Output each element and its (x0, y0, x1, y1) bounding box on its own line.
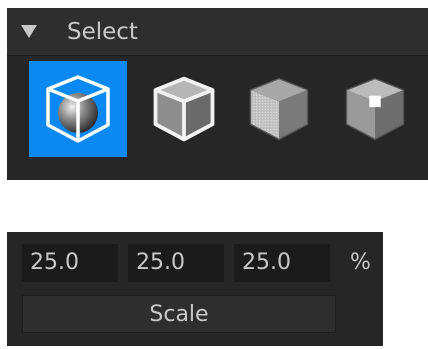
scale-button[interactable]: Scale (22, 295, 336, 333)
select-panel-title: Select (67, 19, 138, 45)
edge-select-button[interactable] (135, 61, 233, 157)
edge-select-icon (153, 76, 215, 142)
object-select-icon (46, 75, 110, 143)
select-panel: Select (7, 8, 428, 180)
object-select-button[interactable] (29, 61, 127, 157)
scale-x-field[interactable]: 25.0 (22, 244, 118, 282)
scale-y-field[interactable]: 25.0 (128, 244, 224, 282)
collapse-triangle-icon[interactable] (20, 22, 38, 40)
scale-z-field[interactable]: 25.0 (234, 244, 330, 282)
select-panel-header[interactable]: Select (7, 8, 428, 56)
face-select-button[interactable] (230, 61, 328, 157)
scale-panel: 25.0 25.0 25.0 % Scale (7, 232, 383, 346)
face-select-icon (249, 77, 309, 141)
page: Select 25.0 25.0 25.0 % Scale (0, 0, 428, 349)
vertex-select-icon (345, 77, 405, 141)
vertex-select-button[interactable] (326, 61, 424, 157)
percent-unit-label: % (350, 250, 371, 275)
